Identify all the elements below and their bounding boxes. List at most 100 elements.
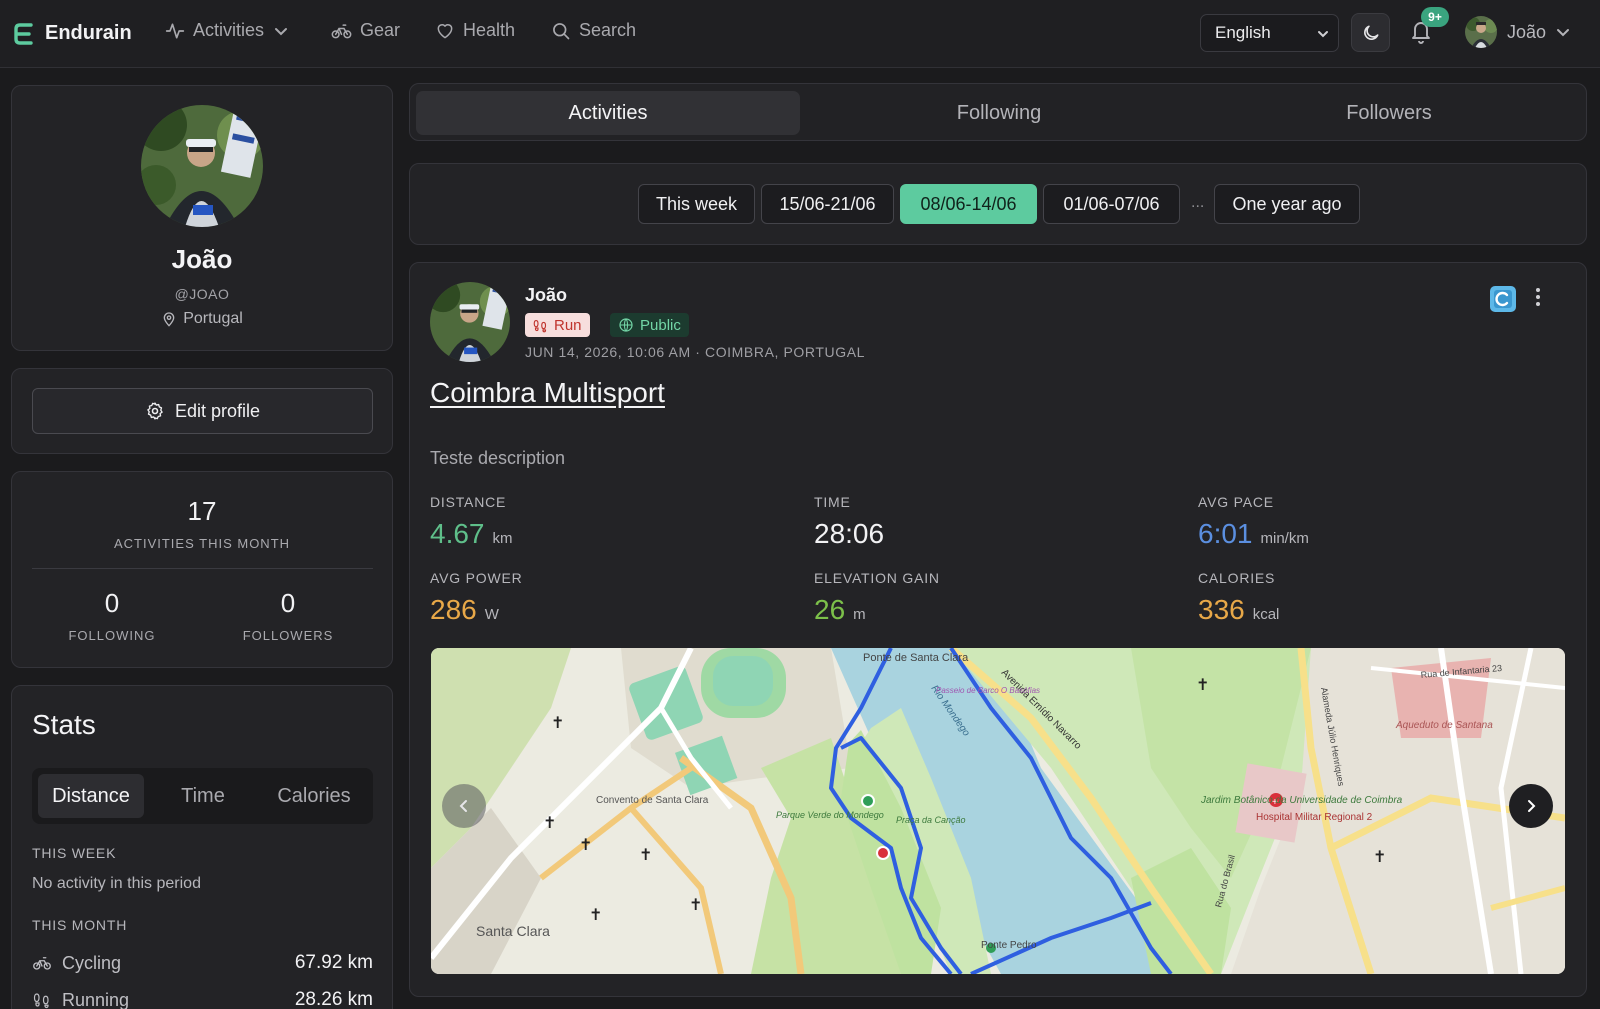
chevron-left-icon — [457, 799, 471, 813]
svg-text:✝: ✝ — [639, 847, 652, 864]
user-menu[interactable]: João — [1465, 16, 1570, 48]
svg-text:✝: ✝ — [589, 907, 602, 924]
activity-card: João Run Public JUN 14, 2026, 10:06 AM ·… — [409, 262, 1587, 997]
counts-card: 17 ACTIVITIES THIS MONTH 0 FOLLOWING 0 F… — [11, 471, 393, 668]
bike-icon — [32, 954, 52, 972]
search-icon — [551, 21, 571, 41]
metric-unit: m — [853, 606, 866, 623]
period-this-week[interactable]: This week — [638, 184, 755, 224]
kebab-menu-icon — [1528, 285, 1548, 309]
map-pin-icon — [161, 311, 177, 327]
nav-gear[interactable]: Gear — [331, 20, 400, 41]
heart-icon — [435, 21, 455, 41]
moon-icon — [1361, 23, 1381, 43]
stats-tab-time[interactable]: Time — [150, 774, 256, 818]
nav-search-label: Search — [579, 20, 637, 40]
nav-health-label: Health — [463, 20, 516, 40]
metric-label: DISTANCE — [430, 494, 507, 510]
stats-tab-calories[interactable]: Calories — [260, 774, 368, 818]
user-name: João — [1507, 21, 1547, 42]
metric-avg-pace: AVG PACE 6:01 min/km — [1198, 494, 1309, 550]
map-label: Convento de Santa Clara — [596, 795, 709, 806]
period-15-06-21-06[interactable]: 15/06-21/06 — [761, 184, 894, 224]
activities-month-label: ACTIVITIES THIS MONTH — [113, 536, 291, 551]
bike-icon — [331, 21, 352, 41]
metric-label: TIME — [814, 494, 851, 510]
theme-toggle-button[interactable] — [1351, 13, 1390, 52]
metric-value: 336 — [1198, 594, 1245, 625]
stats-sport-label: Cycling — [62, 952, 122, 973]
chevron-right-icon — [1524, 799, 1538, 813]
metric-value: 4.67 — [430, 518, 485, 549]
edit-profile-label: Edit profile — [174, 400, 261, 421]
chevron-down-icon — [1556, 25, 1570, 39]
nav-gear-label: Gear — [360, 20, 401, 40]
metric-unit: W — [484, 606, 499, 623]
tab-followers[interactable]: Followers — [1197, 91, 1581, 135]
metric-value: 28:06 — [814, 518, 885, 549]
tab-activities[interactable]: Activities — [416, 91, 800, 135]
chevron-down-icon — [1316, 27, 1330, 41]
profile-location: Portugal — [12, 310, 392, 328]
metric-avg-power: AVG POWER 286 W — [430, 570, 523, 626]
brand-name: Endurain — [45, 22, 132, 44]
map-next-button[interactable] — [1509, 784, 1553, 828]
map-label: Santa Clara — [476, 923, 550, 939]
activity-title-link[interactable]: Coimbra Multisport — [430, 377, 665, 409]
activity-description: Teste description — [430, 448, 566, 468]
period-01-06-07-06[interactable]: 01/06-07/06 — [1043, 184, 1180, 224]
map-label: Praça da Canção — [896, 815, 966, 825]
metric-value: 26 — [814, 594, 846, 625]
activity-icon — [165, 21, 185, 41]
metric-label: ELEVATION GAIN — [814, 570, 940, 586]
activity-meta: JUN 14, 2026, 10:06 AM · COIMBRA, PORTUG… — [525, 344, 866, 360]
map-label: Parque Verde do Mondego — [776, 810, 884, 820]
following-count: 0 — [104, 588, 120, 618]
stats-tabs: Distance Time Calories — [32, 768, 373, 824]
stats-sport-value: 28.26 km — [294, 989, 373, 1009]
followers-count: 0 — [280, 588, 296, 618]
nav-activities[interactable]: Activities — [165, 20, 288, 41]
endurain-logo-icon — [13, 22, 35, 46]
period-one-year-ago[interactable]: One year ago — [1214, 184, 1360, 224]
strava-sync-icon[interactable] — [1490, 286, 1516, 312]
edit-profile-button[interactable]: Edit profile — [32, 388, 373, 434]
metric-unit: min/km — [1260, 530, 1309, 547]
metric-calories: CALORIES 336 kcal — [1198, 570, 1279, 626]
nav-activities-label: Activities — [193, 20, 265, 40]
main-tabs: Activities Following Followers — [409, 83, 1587, 141]
profile-name: João — [171, 244, 233, 274]
notifications-badge: 9+ — [1421, 7, 1449, 27]
language-value: English — [1215, 23, 1271, 42]
footprints-icon — [533, 318, 548, 333]
chevron-down-icon — [274, 24, 288, 38]
language-select[interactable]: English — [1200, 14, 1339, 52]
activity-user-name[interactable]: João — [525, 285, 567, 306]
stats-tab-distance[interactable]: Distance — [38, 774, 144, 818]
brand[interactable]: Endurain — [13, 22, 132, 46]
period-08-06-14-06[interactable]: 08/06-14/06 — [900, 184, 1037, 224]
followers-label: FOLLOWERS — [242, 628, 334, 643]
nav-health[interactable]: Health — [435, 20, 515, 41]
metric-distance: DISTANCE 4.67 km — [430, 494, 513, 550]
nav-search[interactable]: Search — [551, 20, 636, 41]
activity-user-avatar[interactable] — [430, 282, 510, 362]
metric-value: 286 — [430, 594, 477, 625]
svg-text:✝: ✝ — [689, 897, 702, 914]
top-navbar: Endurain Activities Gear Health Search E… — [0, 0, 1600, 68]
this-month-label: THIS MONTH — [32, 917, 128, 933]
metric-value: 6:01 — [1198, 518, 1253, 549]
map-label: Ponte Pedro — [981, 940, 1037, 951]
profile-handle: @JOAO — [174, 286, 230, 302]
metric-time: TIME 28:06 — [814, 494, 884, 550]
tab-following[interactable]: Following — [807, 91, 1191, 135]
period-ellipsis: ... — [1191, 194, 1205, 211]
svg-text:✝: ✝ — [1373, 849, 1386, 866]
globe-icon — [618, 317, 634, 333]
activity-visibility-label: Public — [640, 316, 681, 334]
more-options-button[interactable] — [1528, 285, 1548, 314]
map-prev-button[interactable] — [442, 784, 486, 828]
stats-row-running: Running 28.26 km — [32, 989, 373, 1009]
map-label: Hospital Militar Regional 2 — [1256, 812, 1373, 823]
activity-map[interactable]: ✝ ✝ ✝ ✝ ✝ ✝ ✝ ✝ + Ponte de Santa Clara C… — [431, 648, 1565, 974]
